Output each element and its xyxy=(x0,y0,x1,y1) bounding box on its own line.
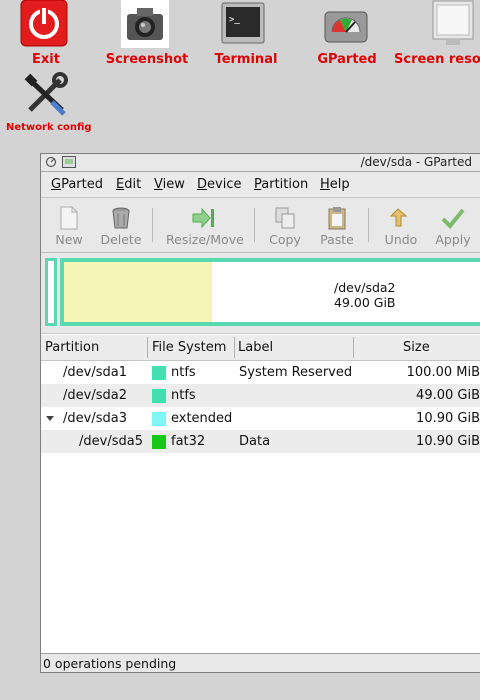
resize-move-button-label: Resize/Move xyxy=(166,232,244,247)
copy-icon xyxy=(273,206,297,230)
menu-label: elp xyxy=(329,177,350,192)
filesystem-name: extended xyxy=(171,411,233,426)
table-header: Partition File System Label Size xyxy=(41,335,480,361)
menu-partition[interactable]: Partition xyxy=(254,177,308,192)
menu-edit[interactable]: Edit xyxy=(116,177,141,192)
column-header-partition[interactable]: Partition xyxy=(41,335,148,360)
new-document-icon xyxy=(57,206,81,230)
partition-size: 10.90 GiB xyxy=(416,434,480,449)
delete-button[interactable]: Delete xyxy=(94,202,148,250)
table-row[interactable]: /dev/sda3 extended 10.90 GiB xyxy=(41,407,480,430)
undo-icon xyxy=(389,206,413,230)
desktop-icon-label: Terminal xyxy=(214,52,278,67)
menu-device[interactable]: Device xyxy=(197,177,241,192)
partition-name: /dev/sda3 xyxy=(63,411,127,426)
menu-label: dit xyxy=(124,177,142,192)
menu-gparted[interactable]: GParted xyxy=(51,177,103,192)
menu-label: evice xyxy=(207,177,242,192)
desktop-icon-label: GParted xyxy=(317,52,377,67)
table-row[interactable]: /dev/sda1 ntfs System Reserved 100.00 Mi… xyxy=(41,361,480,384)
app-icon xyxy=(62,156,76,168)
desktop: Exit Screenshot >_ Terminal GParted Scre… xyxy=(0,0,480,700)
desktop-icon-screenshot[interactable]: Screenshot xyxy=(104,0,190,68)
desktop-icon-network-config[interactable]: Network config xyxy=(6,72,92,134)
partition-name: /dev/sda2 xyxy=(63,388,127,403)
partition-label: System Reserved xyxy=(239,365,353,380)
toolbar-separator xyxy=(152,208,153,242)
tools-icon xyxy=(22,72,70,116)
partition-size: 10.90 GiB xyxy=(416,411,480,426)
filesystem-color-swatch xyxy=(152,366,166,380)
menu-label: Parted xyxy=(61,177,103,192)
apply-button-label: Apply xyxy=(435,232,471,247)
paste-button-label: Paste xyxy=(320,232,354,247)
toolbar: New Delete Resize/Move Copy Paste Undo A… xyxy=(41,198,480,253)
desktop-icon-screen-resolution[interactable]: Screen reso xyxy=(392,0,480,68)
filesystem-name: fat32 xyxy=(171,434,206,449)
menu-label: iew xyxy=(162,177,185,192)
window-title: /dev/sda - GParted xyxy=(360,155,472,169)
apply-button[interactable]: Apply xyxy=(426,202,480,250)
status-bar: 0 operations pending xyxy=(41,653,480,672)
svg-text:>_: >_ xyxy=(229,15,240,25)
menu-mnemonic: D xyxy=(197,177,208,192)
filesystem-color-swatch xyxy=(152,435,166,449)
filesystem-name: ntfs xyxy=(171,365,196,380)
partition-size: 49.00 GiB xyxy=(416,388,480,403)
gparted-window: /dev/sda - GParted GParted Edit View Dev… xyxy=(40,153,480,673)
terminal-icon: >_ xyxy=(221,2,265,46)
partition-table: Partition File System Label Size /dev/sd… xyxy=(41,335,480,652)
disk-map-partition-size: 49.00 GiB xyxy=(334,295,396,310)
checkmark-icon xyxy=(441,206,465,230)
menu-label: artition xyxy=(261,177,309,192)
desktop-icon-label: Screen reso xyxy=(394,52,480,67)
menu-mnemonic: H xyxy=(320,177,330,192)
disk-map-partition-name: /dev/sda2 xyxy=(334,280,396,295)
desktop-icon-exit[interactable]: Exit xyxy=(14,0,78,68)
desktop-icon-label: Exit xyxy=(32,52,60,67)
camera-icon xyxy=(121,0,169,48)
column-header-file-system[interactable]: File System xyxy=(148,335,234,360)
partition-name: /dev/sda5 xyxy=(79,434,143,449)
disk-gauge-icon xyxy=(324,8,368,46)
power-icon xyxy=(20,0,68,48)
filesystem-color-swatch xyxy=(152,389,166,403)
clipboard-icon xyxy=(325,206,349,230)
desktop-icon-label: Screenshot xyxy=(105,52,189,67)
partition-size: 100.00 MiB xyxy=(406,365,480,380)
resize-icon xyxy=(191,206,215,230)
filesystem-color-swatch xyxy=(152,412,166,426)
expander-arrow-icon[interactable] xyxy=(46,416,54,421)
menu-mnemonic: G xyxy=(51,177,62,192)
column-separator xyxy=(353,337,354,358)
table-row[interactable]: /dev/sda5 fat32 Data 10.90 GiB xyxy=(41,430,480,453)
disk-map-partition-sda1[interactable] xyxy=(45,258,57,326)
menu-view[interactable]: View xyxy=(154,177,185,192)
desktop-icon-terminal[interactable]: >_ Terminal xyxy=(211,0,281,68)
menu-mnemonic: E xyxy=(116,177,125,192)
desktop-icon-label: Network config xyxy=(6,122,92,133)
title-bar[interactable]: /dev/sda - GParted xyxy=(41,154,480,172)
table-row[interactable]: /dev/sda2 ntfs 49.00 GiB xyxy=(41,384,480,407)
trash-icon xyxy=(109,206,133,230)
disk-map-partition-sda2[interactable]: /dev/sda2 49.00 GiB xyxy=(60,258,480,326)
column-header-label[interactable]: Label xyxy=(234,335,352,360)
partition-name: /dev/sda1 xyxy=(63,365,127,380)
filesystem-name: ntfs xyxy=(171,388,196,403)
resize-move-button[interactable]: Resize/Move xyxy=(166,202,244,250)
disk-map-label: /dev/sda2 49.00 GiB xyxy=(334,280,396,310)
column-header-size[interactable]: Size xyxy=(399,335,479,360)
delete-button-label: Delete xyxy=(100,232,142,247)
window-menu-icon[interactable] xyxy=(45,156,57,168)
paste-button[interactable]: Paste xyxy=(310,202,364,250)
desktop-icon-gparted[interactable]: GParted xyxy=(312,0,382,68)
menu-mnemonic: V xyxy=(154,177,163,192)
disk-map-used-space xyxy=(64,262,212,322)
partition-label: Data xyxy=(239,434,271,449)
menu-bar: GParted Edit View Device Partition Help xyxy=(41,172,480,198)
menu-help[interactable]: Help xyxy=(320,177,350,192)
monitor-icon xyxy=(432,0,474,46)
disk-map: /dev/sda2 49.00 GiB xyxy=(41,253,480,334)
